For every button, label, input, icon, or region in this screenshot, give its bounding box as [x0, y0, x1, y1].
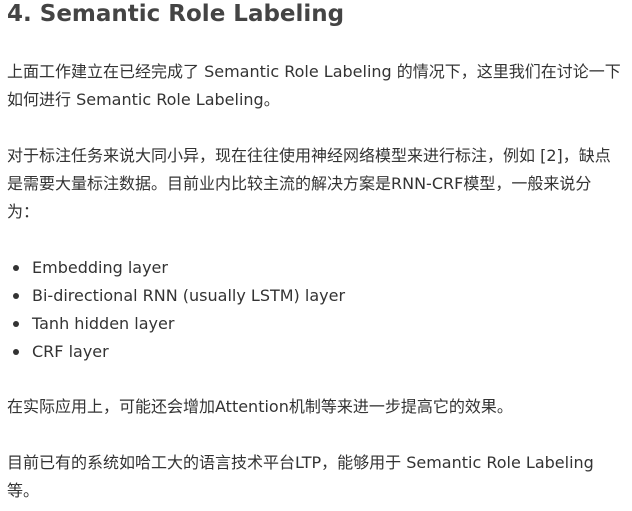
bullet-icon	[13, 321, 19, 327]
paragraph-systems: 目前已有的系统如哈工大的语言技术平台LTP，能够用于 Semantic Role…	[7, 453, 594, 500]
section-heading: 4. Semantic Role Labeling	[7, 1, 345, 27]
list-item-label: CRF layer	[32, 342, 109, 361]
list-item-label: Tanh hidden layer	[32, 314, 175, 333]
list-item: Embedding layer	[7, 254, 345, 282]
bullet-icon	[13, 349, 19, 355]
layer-list: Embedding layer Bi-directional RNN (usua…	[7, 254, 345, 366]
list-item-label: Bi-directional RNN (usually LSTM) layer	[32, 286, 346, 305]
list-item: Bi-directional RNN (usually LSTM) layer	[7, 282, 345, 310]
paragraph-attention: 在实际应用上，可能还会增加Attention机制等来进一步提高它的效果。	[7, 397, 513, 416]
list-item-label: Embedding layer	[32, 258, 168, 277]
bullet-icon	[13, 293, 19, 299]
bullet-icon	[13, 265, 19, 271]
list-item: CRF layer	[7, 338, 345, 366]
paragraph-intro: 上面工作建立在已经完成了 Semantic Role Labeling 的情况下…	[7, 62, 621, 109]
list-item: Tanh hidden layer	[7, 310, 345, 338]
paragraph-approach: 对于标注任务来说大同小异，现在往往使用神经网络模型来进行标注，例如 [2]，缺点…	[7, 146, 611, 221]
